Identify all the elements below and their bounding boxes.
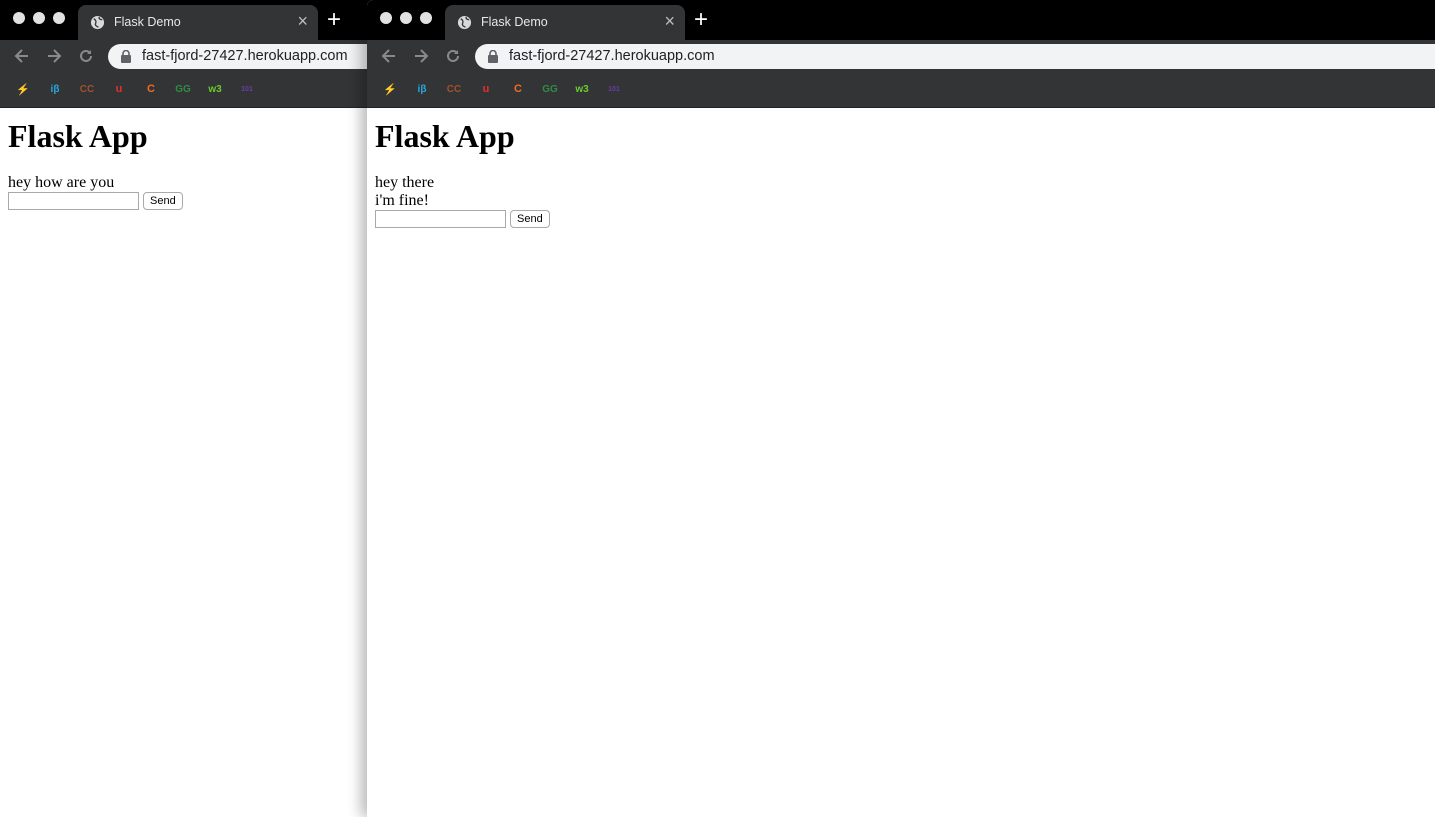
send-button[interactable]: Send xyxy=(510,210,550,228)
maximize-window-button[interactable] xyxy=(53,12,65,24)
globe-icon xyxy=(457,15,472,30)
reload-icon[interactable] xyxy=(76,46,96,66)
maximize-window-button[interactable] xyxy=(420,12,432,24)
minimize-window-button[interactable] xyxy=(33,12,45,24)
message-form: Send xyxy=(375,210,550,228)
url-text: fast-fjord-27427.herokuapp.com xyxy=(142,48,348,64)
browser-tab[interactable]: Flask Demo × xyxy=(445,5,685,40)
message-item: hey there xyxy=(375,174,435,191)
w3-bookmark-icon[interactable]: w3 xyxy=(574,81,590,97)
lock-icon xyxy=(488,50,498,63)
browser-window-right: Flask Demo × + fast-fjord-27427.herokuap… xyxy=(367,0,1435,817)
browser-toolbar: fast-fjord-27427.herokuapp.com xyxy=(0,40,368,72)
send-button[interactable]: Send xyxy=(143,192,183,210)
cc-bookmark-icon[interactable]: CC xyxy=(446,81,462,97)
cc-bookmark-icon[interactable]: CC xyxy=(79,81,95,97)
message-input[interactable] xyxy=(8,192,139,210)
url-text: fast-fjord-27427.herokuapp.com xyxy=(509,48,715,64)
close-tab-icon[interactable]: × xyxy=(664,12,675,30)
page-content: Flask App hey there i'm fine! Send xyxy=(367,108,1435,817)
c-bookmark-icon[interactable]: C xyxy=(510,81,526,97)
page-title: Flask App xyxy=(375,118,515,154)
gfg-bookmark-icon[interactable]: GG xyxy=(175,81,191,97)
page-title: Flask App xyxy=(8,118,148,154)
ib-bookmark-icon[interactable]: iβ xyxy=(47,81,63,97)
browser-window-left: Flask Demo × + fast-fjord-27427.herokuap… xyxy=(0,0,368,817)
message-item: i'm fine! xyxy=(375,192,429,209)
bookmarks-bar: ⚡ iβ CC u C GG w3 101 xyxy=(0,72,368,108)
lightning-bookmark-icon[interactable]: ⚡ xyxy=(382,81,398,97)
lock-icon xyxy=(121,50,131,63)
new-tab-icon[interactable]: + xyxy=(327,8,341,32)
tab-title: Flask Demo xyxy=(114,15,181,29)
gfg-bookmark-icon[interactable]: GG xyxy=(542,81,558,97)
page-content: Flask App hey how are you Send xyxy=(0,108,368,817)
forward-arrow-icon[interactable] xyxy=(44,46,64,66)
udemy-bookmark-icon[interactable]: u xyxy=(111,81,127,97)
udemy-bookmark-icon[interactable]: u xyxy=(478,81,494,97)
back-arrow-icon[interactable] xyxy=(379,46,399,66)
browser-tab[interactable]: Flask Demo × xyxy=(78,5,318,40)
close-window-button[interactable] xyxy=(380,12,392,24)
tab-title: Flask Demo xyxy=(481,15,548,29)
new-tab-icon[interactable]: + xyxy=(694,8,708,32)
reload-icon[interactable] xyxy=(443,46,463,66)
ib-bookmark-icon[interactable]: iβ xyxy=(414,81,430,97)
browser-toolbar: fast-fjord-27427.herokuapp.com xyxy=(367,40,1435,72)
101-bookmark-icon[interactable]: 101 xyxy=(239,81,255,97)
globe-icon xyxy=(90,15,105,30)
address-bar[interactable]: fast-fjord-27427.herokuapp.com xyxy=(108,44,368,69)
back-arrow-icon[interactable] xyxy=(12,46,32,66)
w3-bookmark-icon[interactable]: w3 xyxy=(207,81,223,97)
101-bookmark-icon[interactable]: 101 xyxy=(606,81,622,97)
title-bar: Flask Demo × + xyxy=(0,0,368,40)
message-form: Send xyxy=(8,192,183,210)
chat-area: hey there i'm fine! Send xyxy=(375,174,550,228)
bookmarks-bar: ⚡ iβ CC u C GG w3 101 xyxy=(367,72,1435,108)
lightning-bookmark-icon[interactable]: ⚡ xyxy=(15,81,31,97)
close-tab-icon[interactable]: × xyxy=(297,12,308,30)
forward-arrow-icon[interactable] xyxy=(411,46,431,66)
minimize-window-button[interactable] xyxy=(400,12,412,24)
close-window-button[interactable] xyxy=(13,12,25,24)
chat-area: hey how are you Send xyxy=(8,174,183,210)
message-item: hey how are you xyxy=(8,174,115,191)
c-bookmark-icon[interactable]: C xyxy=(143,81,159,97)
address-bar[interactable]: fast-fjord-27427.herokuapp.com xyxy=(475,44,1435,69)
message-input[interactable] xyxy=(375,210,506,228)
title-bar: Flask Demo × + xyxy=(367,0,1435,40)
window-controls xyxy=(13,12,65,24)
window-controls xyxy=(380,12,432,24)
